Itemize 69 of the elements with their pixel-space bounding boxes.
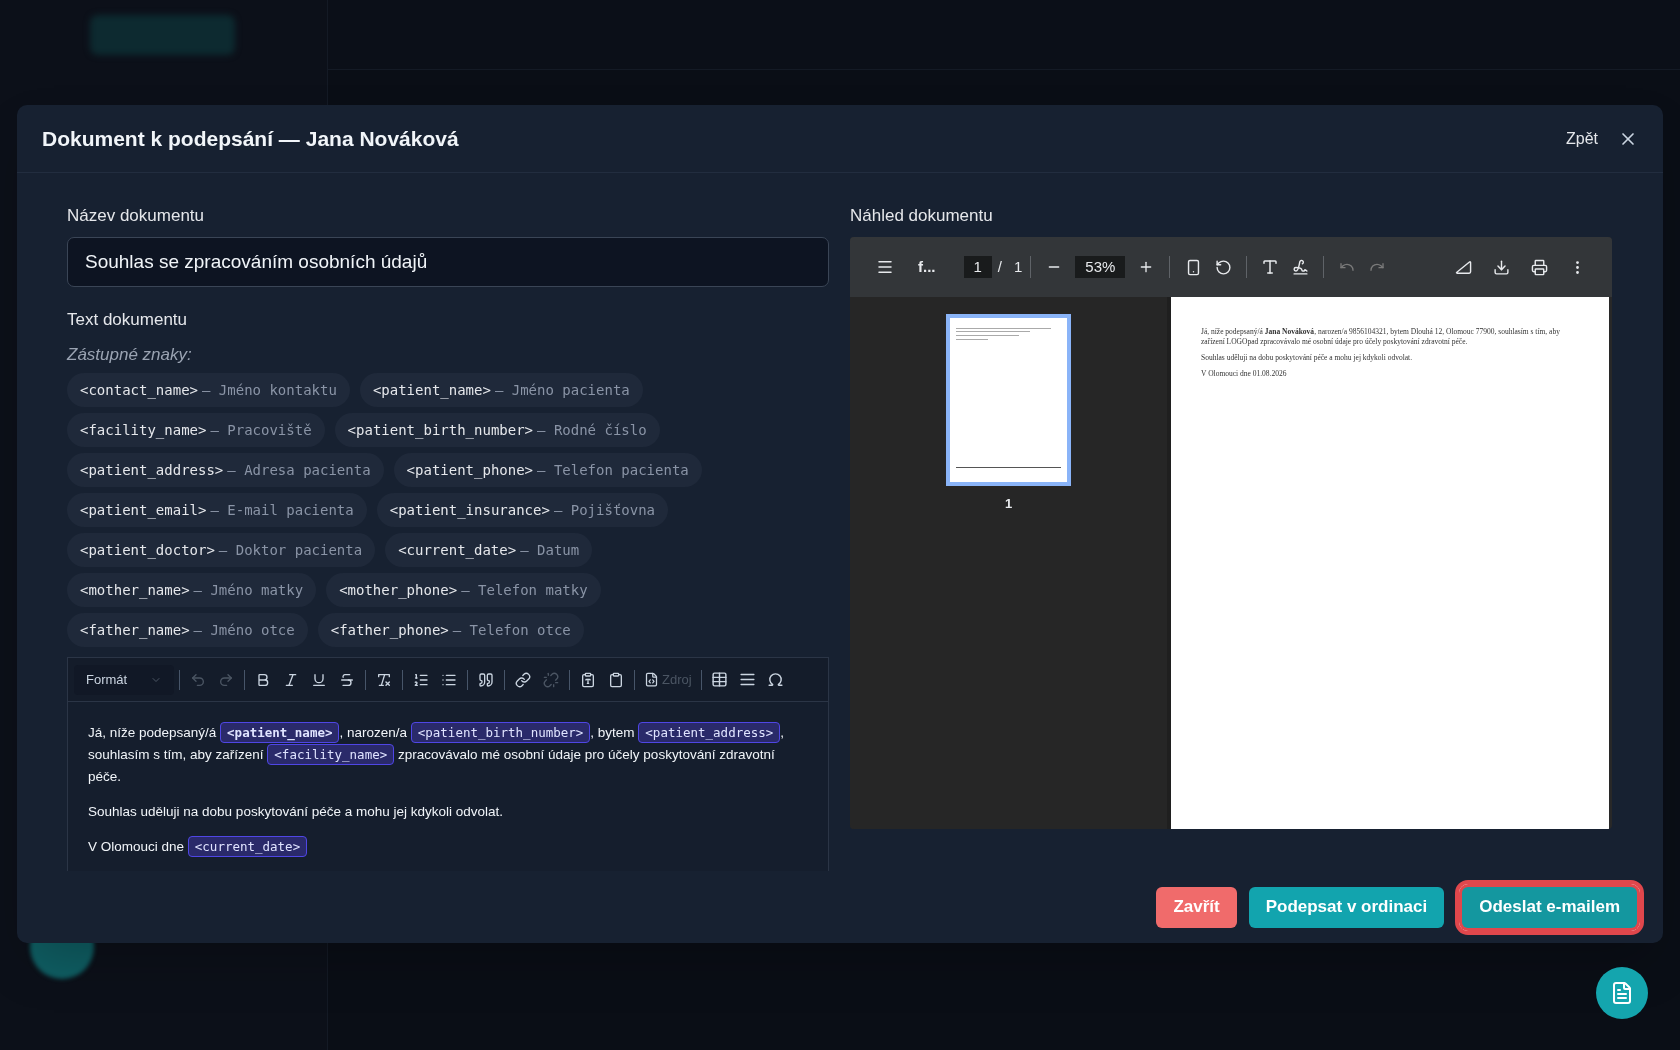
placeholder-code: <patient_birth_number>: [347, 420, 534, 441]
placeholder-chip[interactable]: <patient_address> — Adresa pacienta: [67, 453, 384, 487]
placeholders-caption: Zástupné znaky:: [67, 343, 193, 366]
placeholder-tag: <patient_name>: [220, 722, 340, 743]
placeholder-tag: <facility_name>: [267, 744, 395, 765]
placeholder-chip[interactable]: <father_name> — Jméno otce: [67, 613, 308, 647]
placeholder-chip[interactable]: <facility_name> — Pracoviště: [67, 413, 325, 447]
document-fab[interactable]: [1596, 967, 1648, 1019]
placeholder-code: <contact_name>: [80, 380, 198, 401]
zoom-field[interactable]: 53%: [1075, 256, 1126, 278]
placeholder-description: — Rodné číslo: [537, 420, 647, 440]
placeholder-chip[interactable]: <patient_email> — E-mail pacienta: [67, 493, 367, 527]
placeholder-description: — E-mail pacienta: [210, 500, 354, 520]
placeholder-code: <patient_insurance>: [389, 500, 550, 521]
document-name-field[interactable]: Souhlas se zpracováním osobních údajů: [67, 237, 829, 287]
placeholder-description: — Jméno kontaktu: [202, 380, 337, 400]
thumbnail-label: 1: [1004, 495, 1013, 513]
placeholder-chip[interactable]: <current_date> — Datum: [385, 533, 593, 567]
placeholder-code: <father_phone>: [330, 620, 449, 641]
rich-text-editor[interactable]: [67, 657, 829, 871]
placeholder-code: <facility_name>: [80, 420, 207, 441]
section-label: Text dokumentu: [67, 309, 188, 331]
source-code-icon: [644, 672, 659, 687]
placeholder-chip[interactable]: <contact_name> — Jméno kontaktu: [67, 373, 350, 407]
editor-paragraph: Já, níže podepsaný/á <patient_name> , narozen/a <patient_birth_number> , bytem <patient_address> , souhlasím s tím, aby zařízení <facility_name> zpracovávalo mé osobní údaje pro účely poskytování zdravotní péče.: [88, 722, 808, 788]
dialog-title: Dokument k podepsání — Jana Nováková: [42, 125, 459, 152]
placeholder-chip[interactable]: <patient_name> — Jméno pacienta: [359, 373, 643, 407]
placeholder-chip[interactable]: <patient_insurance> — Pojišťovna: [376, 493, 669, 527]
placeholder-chip[interactable]: <mother_phone> — Telefon matky: [326, 573, 601, 607]
field-label: Název dokumentu: [67, 205, 206, 227]
placeholder-description: — Jméno pacienta: [494, 380, 630, 400]
placeholder-description: — Adresa pacienta: [227, 460, 371, 480]
placeholder-code: <mother_name>: [80, 580, 190, 601]
file-name: f...: [918, 256, 936, 277]
placeholder-code: <mother_phone>: [339, 580, 458, 601]
placeholder-code: <patient_email>: [80, 500, 207, 521]
page-field[interactable]: 1: [963, 256, 992, 278]
placeholder-chip[interactable]: <patient_birth_number> — Rodné číslo: [334, 413, 660, 447]
placeholder-code: <patient_phone>: [406, 460, 534, 481]
placeholder-chip[interactable]: <mother_name> — Jméno matky: [67, 573, 317, 607]
placeholder-chip[interactable]: <patient_doctor> — Doktor pacienta: [67, 533, 376, 567]
placeholder-description: — Telefon matky: [461, 580, 588, 600]
page-separator: /: [997, 256, 1002, 277]
editor-paragraph: V Olomouci dne <current_date>: [88, 836, 808, 858]
placeholder-description: — Doktor pacienta: [218, 540, 363, 560]
page-thumbnail[interactable]: [946, 314, 1071, 486]
placeholder-tag: <patient_address>: [638, 722, 781, 743]
document-icon: [1610, 981, 1634, 1005]
placeholder-description: — Jméno otce: [193, 620, 295, 640]
placeholder-description: — Datum: [520, 540, 580, 560]
placeholder-description: — Telefon otce: [452, 620, 571, 640]
placeholder-description: — Jméno matky: [193, 580, 304, 600]
editor-paragraph: Souhlas uděluji na dobu poskytování péče a mohu jej kdykoli odvolat.: [88, 803, 505, 821]
format-dropdown[interactable]: Formát: [74, 664, 174, 695]
placeholder-description: — Pracoviště: [210, 420, 312, 440]
placeholder-code: <current_date>: [398, 540, 517, 561]
placeholder-tag: <current_date>: [187, 836, 308, 857]
placeholder-code: <father_name>: [80, 620, 190, 641]
page-count: 1: [1014, 256, 1023, 277]
placeholder-code: <patient_name>: [372, 380, 491, 401]
back-button[interactable]: Zpět: [1566, 126, 1598, 151]
placeholder-description: — Telefon pacienta: [537, 460, 689, 480]
placeholder-code: <patient_doctor>: [80, 540, 215, 561]
placeholder-code: <patient_address>: [80, 460, 224, 481]
placeholder-chip[interactable]: <patient_phone> — Telefon pacienta: [393, 453, 702, 487]
preview-label: Náhled dokumentu: [850, 205, 994, 227]
placeholder-chip[interactable]: <father_phone> — Telefon otce: [317, 613, 584, 647]
placeholder-description: — Pojišťovna: [553, 500, 656, 520]
placeholder-tag: <patient_birth_number>: [410, 722, 591, 743]
